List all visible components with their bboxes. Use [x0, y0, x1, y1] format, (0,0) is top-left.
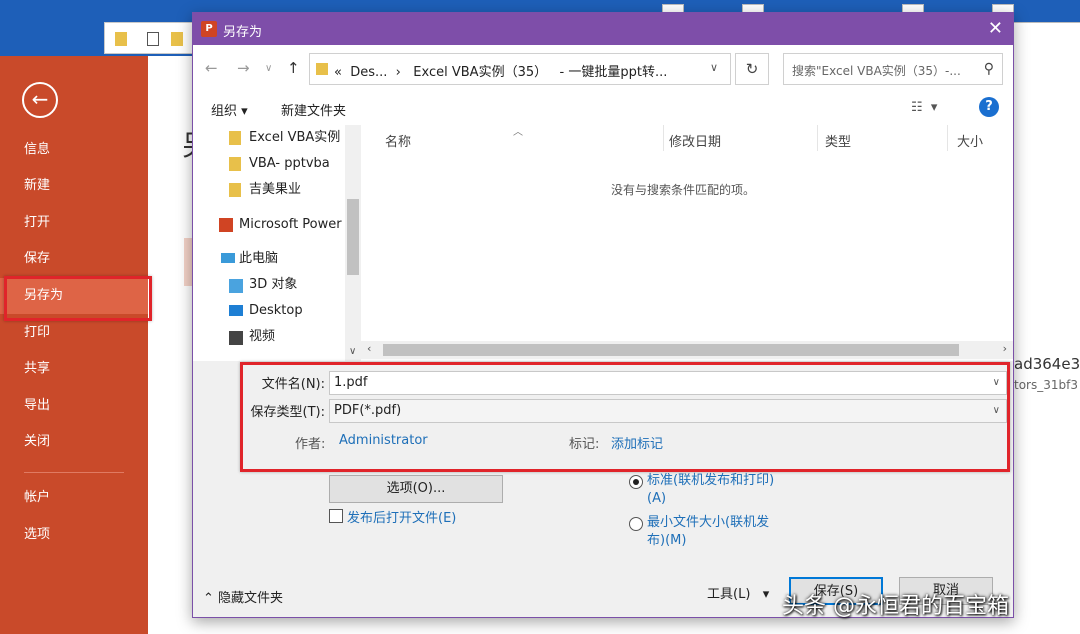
empty-results-message: 没有与搜索条件匹配的项。: [611, 183, 756, 197]
optimize-standard-text: (A): [647, 491, 667, 506]
column-header-type[interactable]: 类型: [825, 131, 851, 150]
computer-icon: [221, 253, 235, 263]
column-divider[interactable]: [663, 125, 664, 151]
tools-menu[interactable]: 工具(L) ▾: [707, 583, 769, 602]
powerpoint-icon: [219, 218, 233, 232]
folder-icon: [229, 131, 241, 145]
powerpoint-icon: P: [201, 21, 217, 37]
checkbox-icon: [147, 32, 159, 46]
close-icon[interactable]: ✕: [988, 18, 1003, 39]
nav-item[interactable]: Desktop: [249, 298, 303, 324]
help-icon[interactable]: ?: [979, 97, 999, 117]
nav-item[interactable]: 此电脑: [239, 246, 278, 272]
search-icon[interactable]: ⚲: [984, 61, 994, 77]
sidebar-item-options[interactable]: 选项: [0, 517, 148, 553]
desktop-icon: [229, 305, 243, 316]
breadcrumb: « Des... › Excel VBA实例（35） - 一键批量ppt转...: [334, 65, 668, 80]
chevron-down-icon[interactable]: ∨: [710, 61, 718, 74]
folder-icon: [316, 63, 328, 75]
refresh-icon[interactable]: ↻: [735, 53, 769, 85]
file-list-scrollbar[interactable]: ‹ ›: [361, 341, 1013, 359]
column-header-size[interactable]: 大小: [957, 131, 983, 150]
breadcrumb-item[interactable]: Excel VBA实例（35）: [413, 65, 547, 80]
chevron-down-icon[interactable]: ∨: [349, 346, 356, 357]
optimize-minimum-label[interactable]: 最小文件大小(联机发 布)(M): [647, 514, 769, 550]
breadcrumb-item[interactable]: Des...: [350, 65, 387, 80]
filename-highlight-frame: [240, 362, 1010, 472]
background-window-top-right: [1012, 22, 1080, 56]
search-input[interactable]: 搜索"Excel VBA实例（35）-... ⚲: [783, 53, 1003, 85]
open-after-publish-label[interactable]: 发布后打开文件(E): [347, 507, 456, 526]
options-button[interactable]: 选项(O)...: [329, 475, 503, 503]
breadcrumb-item[interactable]: - 一键批量ppt转...: [560, 65, 668, 80]
folder-icon: [229, 157, 241, 171]
scrollbar-thumb[interactable]: [383, 344, 959, 356]
recent-locations-icon[interactable]: ∨: [265, 63, 272, 74]
back-arrow-icon[interactable]: ←: [22, 82, 58, 118]
chevron-left-icon[interactable]: ‹: [367, 342, 371, 355]
address-bar[interactable]: « Des... › Excel VBA实例（35） - 一键批量ppt转...…: [309, 53, 731, 85]
backstage-accent-bar: [184, 238, 192, 286]
sidebar-divider: [24, 472, 124, 473]
optimize-standard-label[interactable]: 标准(联机发布和打印) (A): [647, 472, 774, 508]
view-options-icon[interactable]: ☷ ▾: [911, 100, 937, 115]
background-text-peek: tors_31bf3: [1014, 378, 1078, 392]
optimize-standard-text: 标准(联机发布和打印): [647, 473, 775, 488]
optimize-minimum-text: 最小文件大小(联机发: [647, 515, 770, 530]
nav-item[interactable]: VBA- pptvba: [249, 151, 330, 177]
quick-access-toolbar: [104, 22, 194, 54]
sidebar-item-save[interactable]: 保存: [0, 241, 148, 277]
tools-label: 工具(L): [707, 587, 751, 602]
sidebar-item-share[interactable]: 共享: [0, 351, 148, 387]
forward-icon[interactable]: →: [237, 59, 250, 77]
sidebar-item-account[interactable]: 帐户: [0, 480, 148, 516]
nav-item[interactable]: 3D 对象: [249, 272, 297, 298]
optimize-minimum-text: 布)(M): [647, 533, 687, 548]
navigation-row: ← → ∨ ↑ « Des... › Excel VBA实例（35） - 一键批…: [193, 51, 1013, 87]
video-icon: [229, 331, 243, 345]
sidebar-item-info[interactable]: 信息: [0, 132, 148, 168]
sidebar-item-open[interactable]: 打开: [0, 205, 148, 241]
optimize-standard-radio[interactable]: [629, 475, 643, 489]
cube-icon: [229, 279, 243, 293]
chevron-right-icon[interactable]: ›: [1003, 342, 1007, 355]
up-arrow-icon[interactable]: ↑: [287, 59, 300, 77]
folder-icon: [171, 32, 183, 46]
new-folder-button[interactable]: 新建文件夹: [281, 100, 346, 119]
breadcrumb-overflow[interactable]: «: [334, 65, 342, 80]
watermark: 头条 @永恒君的百宝箱: [782, 594, 1009, 619]
organize-menu[interactable]: 组织 ▾: [211, 100, 248, 119]
save-as-dialog: P 另存为 ✕ ← → ∨ ↑ « Des... › Excel VBA实例（3…: [192, 12, 1014, 618]
open-after-publish-checkbox[interactable]: [329, 509, 343, 523]
save-as-highlight-frame: [4, 276, 152, 321]
dialog-toolbar: 组织 ▾ 新建文件夹 ☷ ▾ ?: [193, 93, 1013, 123]
navigation-pane: Excel VBA实例 VBA- pptvba 吉美果业 Microsoft P…: [193, 125, 361, 373]
folder-icon: [229, 183, 241, 197]
folder-icon: [115, 32, 127, 46]
sidebar-item-export[interactable]: 导出: [0, 388, 148, 424]
nav-item[interactable]: 视频: [249, 324, 275, 350]
hide-folders-toggle[interactable]: ⌃ 隐藏文件夹: [203, 587, 283, 606]
nav-item[interactable]: 吉美果业: [249, 177, 301, 203]
column-header-name[interactable]: 名称: [385, 131, 411, 150]
optimize-minimum-radio[interactable]: [629, 517, 643, 531]
sort-ascending-icon: ︿: [513, 127, 523, 138]
background-text-peek: ad364e35: [1014, 355, 1080, 373]
dialog-titlebar[interactable]: P 另存为 ✕: [193, 13, 1013, 45]
column-divider[interactable]: [947, 125, 948, 151]
nav-pane-scrollbar[interactable]: ∨: [345, 125, 361, 363]
hide-folders-label: 隐藏文件夹: [218, 591, 284, 606]
search-placeholder: 搜索"Excel VBA实例（35）-...: [792, 64, 961, 78]
nav-item[interactable]: Excel VBA实例: [249, 125, 340, 151]
dialog-title: 另存为: [223, 25, 263, 40]
sidebar-item-new[interactable]: 新建: [0, 168, 148, 204]
nav-item[interactable]: Microsoft Power: [239, 212, 342, 238]
back-icon[interactable]: ←: [205, 59, 218, 77]
column-header-date[interactable]: 修改日期: [669, 131, 721, 150]
file-list: ︿ 名称 修改日期 类型 大小 没有与搜索条件匹配的项。: [361, 125, 1013, 373]
column-divider[interactable]: [817, 125, 818, 151]
sidebar-item-close[interactable]: 关闭: [0, 424, 148, 460]
scrollbar-thumb[interactable]: [347, 199, 359, 275]
